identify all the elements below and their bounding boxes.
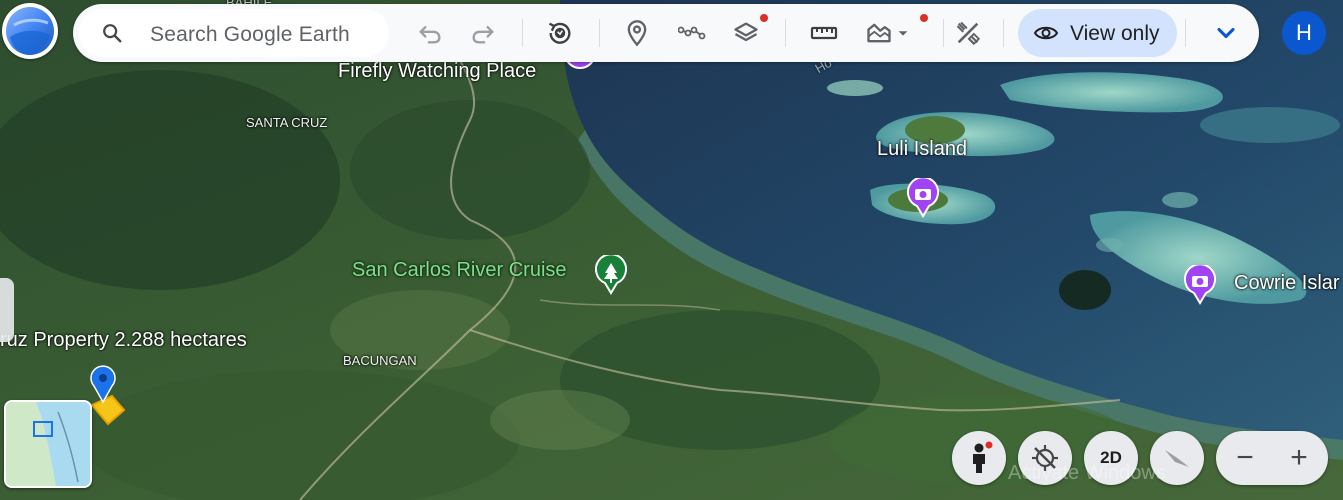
zoom-in-button[interactable]: + xyxy=(1272,431,1326,485)
top-toolbar: Search Google Earth View only xyxy=(73,4,1259,62)
toolbar-divider xyxy=(943,19,944,47)
layers-icon xyxy=(734,22,758,42)
pegman-icon xyxy=(973,441,993,473)
undo-icon xyxy=(419,26,441,44)
camera-pin-icon xyxy=(907,176,939,218)
measure-button[interactable] xyxy=(804,13,844,53)
notification-dot xyxy=(760,14,768,22)
add-placemark-button[interactable] xyxy=(617,13,657,53)
draw-path-button[interactable] xyxy=(672,13,712,53)
toolbar-divider xyxy=(1185,19,1186,47)
history-icon xyxy=(548,22,571,44)
camera-pin-icon xyxy=(1184,263,1216,305)
zoom-control: − + xyxy=(1216,431,1328,485)
tools-button[interactable] xyxy=(948,13,988,53)
earth-logo-icon xyxy=(6,7,54,55)
view-only-label: View only xyxy=(1070,22,1160,45)
street-view-button[interactable] xyxy=(952,431,1006,485)
label-san-carlos-river-cruise[interactable]: San Carlos River Cruise xyxy=(352,259,567,282)
toolbar-divider xyxy=(1003,19,1004,47)
label-firefly-watching-place[interactable]: Firefly Watching Place xyxy=(338,60,536,83)
search-input[interactable]: Search Google Earth xyxy=(150,23,350,47)
notification-dot xyxy=(920,14,928,22)
label-cowrie-island[interactable]: Cowrie Islar xyxy=(1234,272,1340,295)
search-icon xyxy=(103,24,122,43)
tools-icon xyxy=(956,21,981,46)
path-icon xyxy=(678,26,706,40)
poi-pin-river-cruise[interactable] xyxy=(594,253,628,295)
label-property[interactable]: ruz Property 2.288 hectares xyxy=(0,329,247,352)
toolbar-divider xyxy=(785,19,786,47)
poi-pin-luli-island[interactable] xyxy=(906,176,940,218)
label-bacungan: BACUNGAN xyxy=(343,353,417,368)
label-luli-island[interactable]: Luli Island xyxy=(877,138,967,161)
location-pin-icon xyxy=(90,365,116,404)
poi-pin-cowrie-island[interactable] xyxy=(1183,263,1217,305)
terrain-icon xyxy=(867,23,891,43)
chevron-down-icon xyxy=(898,31,908,36)
minimap[interactable] xyxy=(4,400,92,488)
toolbar-divider xyxy=(522,19,523,47)
minimap-imagery xyxy=(6,402,90,486)
google-earth-logo[interactable] xyxy=(2,3,58,59)
map-viewport[interactable]: Firefly Watching Place BAHILE SANTA CRUZ… xyxy=(0,0,1343,500)
toolbar-divider xyxy=(599,19,600,47)
history-button[interactable] xyxy=(540,13,580,53)
zoom-out-button[interactable]: − xyxy=(1218,431,1272,485)
placemark-pin[interactable] xyxy=(86,364,120,404)
view-only-button[interactable]: View only xyxy=(1018,9,1177,57)
ruler-icon xyxy=(810,26,838,40)
search-box[interactable]: Search Google Earth xyxy=(79,9,389,57)
activate-windows-watermark: Activate Windows xyxy=(1008,462,1166,484)
avatar[interactable]: H xyxy=(1282,11,1326,55)
eye-icon xyxy=(1033,26,1059,40)
satellite-imagery[interactable] xyxy=(0,0,1343,500)
side-panel-handle[interactable] xyxy=(0,278,14,342)
expand-toolbar-button[interactable] xyxy=(1206,13,1246,53)
redo-button[interactable] xyxy=(463,13,503,53)
tree-pin-icon xyxy=(595,253,627,295)
place-icon xyxy=(627,20,647,47)
terrain-dropdown-button[interactable] xyxy=(893,13,913,53)
expand-icon xyxy=(1217,27,1235,39)
undo-button[interactable] xyxy=(410,13,450,53)
redo-icon xyxy=(472,26,494,44)
label-santa-cruz: SANTA CRUZ xyxy=(246,115,328,130)
